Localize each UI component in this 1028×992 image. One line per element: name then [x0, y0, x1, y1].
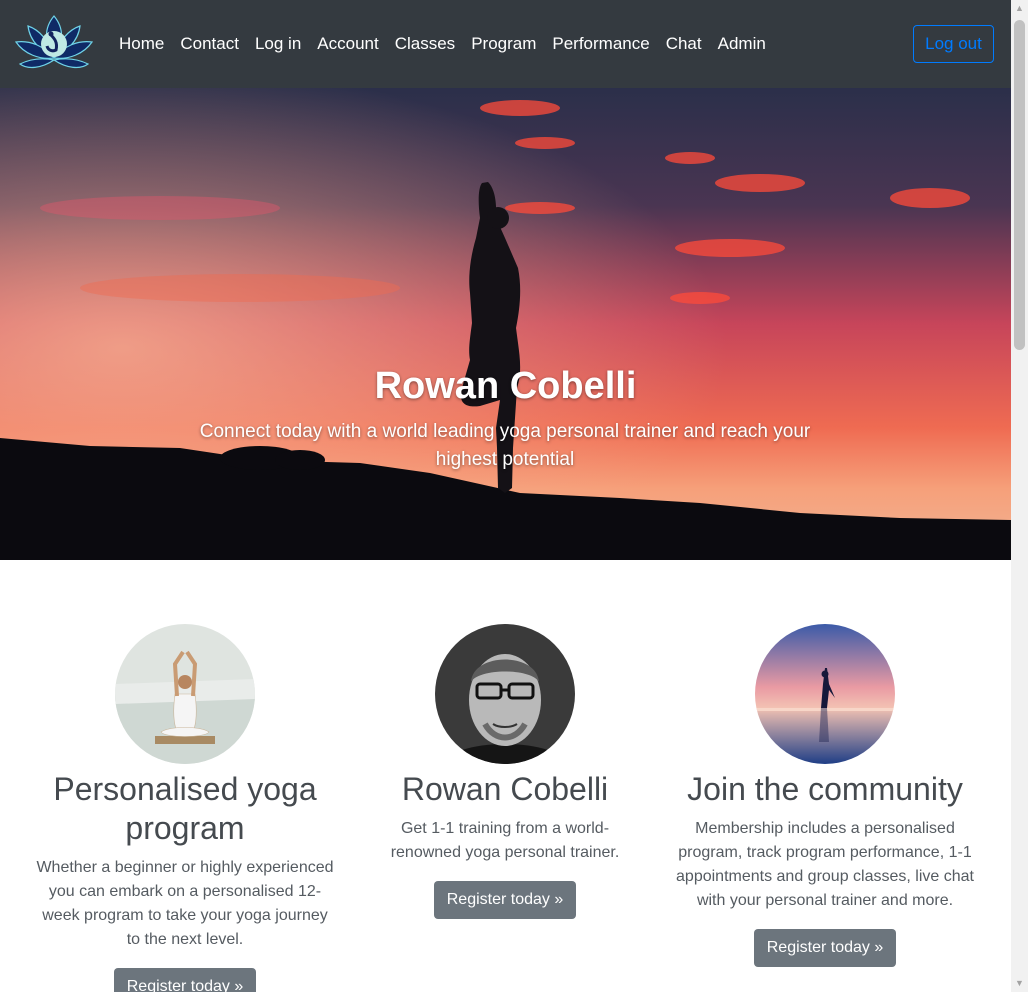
feature-title: Personalised yoga program [53, 771, 317, 846]
vertical-scrollbar[interactable]: ▲ ▼ [1011, 0, 1028, 992]
nav-home[interactable]: Home [111, 32, 172, 56]
feature-trainer: Rowan Cobelli Get 1-1 training from a wo… [355, 624, 655, 919]
feature-community: Join the community Membership includes a… [675, 624, 975, 967]
feature-text: Get 1-1 training from a world-renowned y… [390, 820, 620, 861]
nav-classes[interactable]: Classes [387, 32, 463, 56]
feature-title: Join the community [687, 771, 963, 807]
trainer-portrait-image [435, 624, 575, 764]
logout-button[interactable]: Log out [913, 25, 994, 63]
scroll-down-arrow-icon[interactable]: ▼ [1011, 975, 1028, 992]
register-button[interactable]: Register today » [433, 881, 577, 919]
feature-title: Rowan Cobelli [401, 771, 609, 807]
hero-title: Rowan Cobelli [374, 365, 637, 407]
nav-contact[interactable]: Contact [172, 32, 247, 56]
nav-performance[interactable]: Performance [544, 32, 657, 56]
feature-text: Whether a beginner or highly experienced… [36, 859, 334, 948]
beach-yoga-image [755, 624, 895, 764]
nav-chat[interactable]: Chat [658, 32, 710, 56]
nav-login[interactable]: Log in [247, 32, 309, 56]
register-button[interactable]: Register today » [753, 929, 897, 967]
hero-subtitle: Connect today with a world leading yoga … [199, 421, 811, 470]
feature-text: Membership includes a personalised progr… [676, 820, 974, 909]
nav-links: Home Contact Log in Account Classes Prog… [111, 32, 774, 56]
nav-program[interactable]: Program [463, 32, 544, 56]
scroll-up-arrow-icon[interactable]: ▲ [1011, 0, 1028, 17]
navbar: Home Contact Log in Account Classes Prog… [0, 0, 1011, 88]
page: Home Contact Log in Account Classes Prog… [0, 0, 1011, 992]
sunset-yoga-image [0, 88, 1011, 560]
feature-program: Personalised yoga program Whether a begi… [35, 624, 335, 992]
register-button[interactable]: Register today » [113, 968, 257, 992]
scroll-thumb[interactable] [1014, 20, 1025, 350]
nav-account[interactable]: Account [309, 32, 386, 56]
lotus-logo-icon[interactable] [14, 12, 94, 74]
nav-admin[interactable]: Admin [710, 32, 774, 56]
yoga-meditation-image [115, 624, 255, 764]
hero-banner: Rowan Cobelli Connect today with a world… [0, 88, 1011, 560]
